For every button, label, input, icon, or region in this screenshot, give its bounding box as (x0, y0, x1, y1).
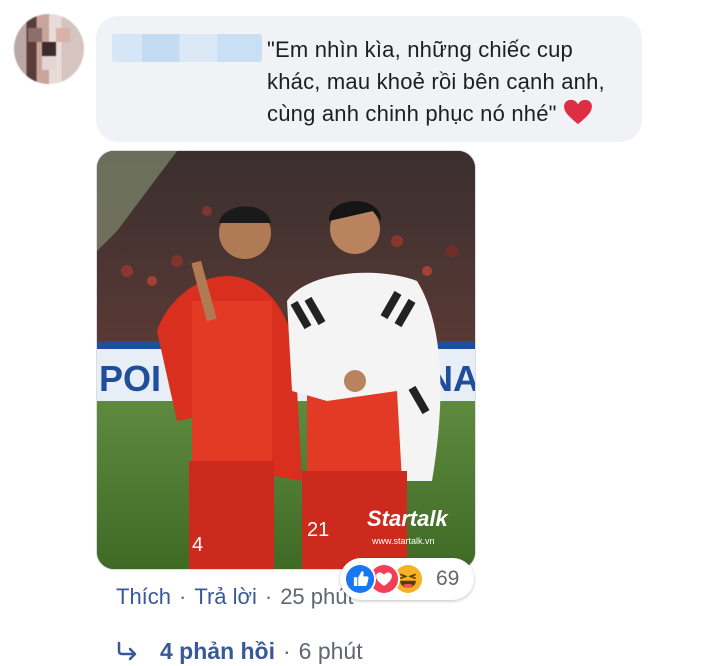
watermark-url: www.startalk.vn (371, 536, 435, 546)
banner-text-left: POI (99, 358, 161, 399)
watermark-brand: Startalk (367, 506, 449, 531)
reaction-count: 69 (436, 567, 460, 590)
comment-photo[interactable]: POI NA 4 21 Startalk www.startalk.vn (96, 150, 476, 570)
avatar-pixel (42, 56, 56, 70)
separator: · (283, 637, 291, 664)
like-link[interactable]: Thích (116, 584, 171, 610)
commenter-avatar[interactable] (14, 14, 84, 84)
separator: · (179, 584, 187, 609)
replies-timestamp: 6 phút (298, 637, 363, 664)
comment-actions: Thích · Trả lời · 25 phút (116, 582, 354, 612)
right-player-number: 21 (307, 519, 329, 541)
like-icon (344, 563, 376, 595)
avatar-pixel (56, 28, 70, 42)
reply-arrow-icon (117, 641, 137, 661)
avatar-pixel (28, 28, 42, 42)
commenter-name-blurred[interactable] (112, 34, 262, 62)
view-replies[interactable]: 4 phản hồi · 6 phút (116, 636, 363, 666)
reactions-summary[interactable]: 69 (340, 558, 474, 600)
comment-bubble: "Em nhìn kìa, những chiếc cup khác, mau … (96, 16, 642, 142)
left-player-number: 4 (192, 534, 203, 556)
replies-count-link[interactable]: 4 phản hồi (160, 638, 275, 665)
reply-link[interactable]: Trả lời (194, 584, 257, 610)
photo-illustration: POI NA 4 21 Startalk www.startalk.vn (97, 151, 475, 569)
separator: · (264, 584, 273, 609)
avatar-pixel (42, 42, 56, 56)
comment-text: "Em nhìn kìa, những chiếc cup khác, mau … (267, 34, 627, 130)
comment-text-content: "Em nhìn kìa, những chiếc cup khác, mau … (267, 37, 612, 126)
heart-icon (563, 99, 592, 125)
